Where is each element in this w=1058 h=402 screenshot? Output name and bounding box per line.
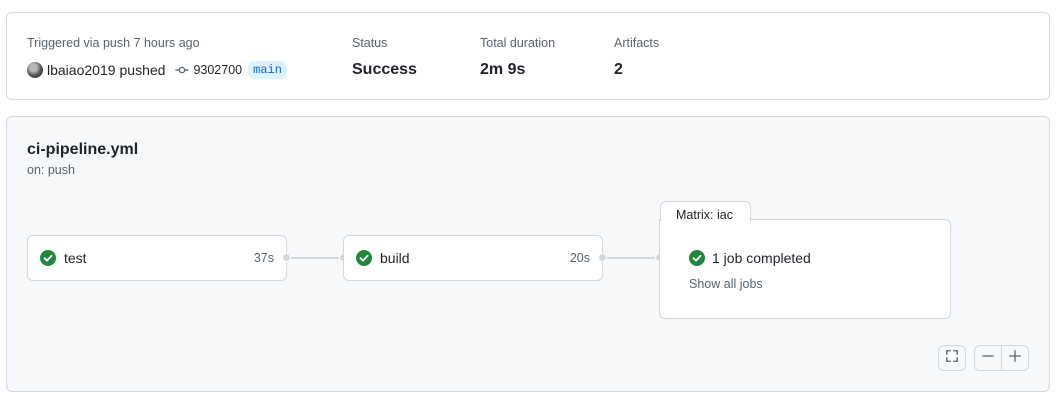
check-circle-icon [40,250,56,266]
job-duration: 20s [569,251,590,265]
git-commit-icon [175,63,190,77]
matrix-group: 1 job completed Show all jobs [659,219,951,319]
artifacts-label: Artifacts [614,36,660,50]
job-name: test [64,250,87,266]
run-summary: Triggered via push 7 hours ago lbaiao201… [6,12,1050,100]
duration-info: Total duration 2m 9s [480,35,555,80]
job-name: build [380,250,410,266]
avatar[interactable] [27,62,43,78]
fullscreen-button[interactable] [938,345,966,371]
workflow-file-name[interactable]: ci-pipeline.yml [27,141,138,159]
check-circle-icon [356,250,372,266]
plus-icon [1008,349,1022,368]
status-label: Status [352,36,388,50]
check-circle-icon [689,250,705,266]
connector-dot [598,253,607,262]
branch-badge[interactable]: main [248,61,287,79]
zoom-out-button[interactable] [974,345,1002,371]
job-build[interactable]: build 20s [343,235,603,281]
workflow-event: on: push [27,163,75,177]
actor-link[interactable]: lbaiao2019 [47,62,116,78]
status-value: Success [352,61,417,78]
matrix-tab: Matrix: iac [660,201,751,222]
workflow-graph: ci-pipeline.yml on: push test 37s build … [6,116,1050,392]
artifacts-value[interactable]: 2 [614,60,659,80]
job-test[interactable]: test 37s [27,235,287,281]
connector-dot [282,253,291,262]
status-info: Status Success [352,35,417,80]
connector-line [607,257,655,259]
fullscreen-icon [945,349,959,368]
artifacts-info: Artifacts 2 [614,35,659,80]
show-all-jobs-link[interactable]: Show all jobs [689,277,763,291]
matrix-summary: 1 job completed [712,250,811,266]
minus-icon [981,349,995,368]
duration-value: 2m 9s [480,61,526,78]
connector-line [291,257,339,259]
trigger-info: Triggered via push 7 hours ago lbaiao201… [27,35,287,81]
trigger-label: Triggered via push 7 hours ago [27,36,200,50]
commit-sha-link[interactable]: 9302700 [193,63,242,77]
duration-label: Total duration [480,36,556,50]
zoom-in-button[interactable] [1001,345,1029,371]
action-text: pushed [119,62,166,78]
job-duration: 37s [253,251,274,265]
